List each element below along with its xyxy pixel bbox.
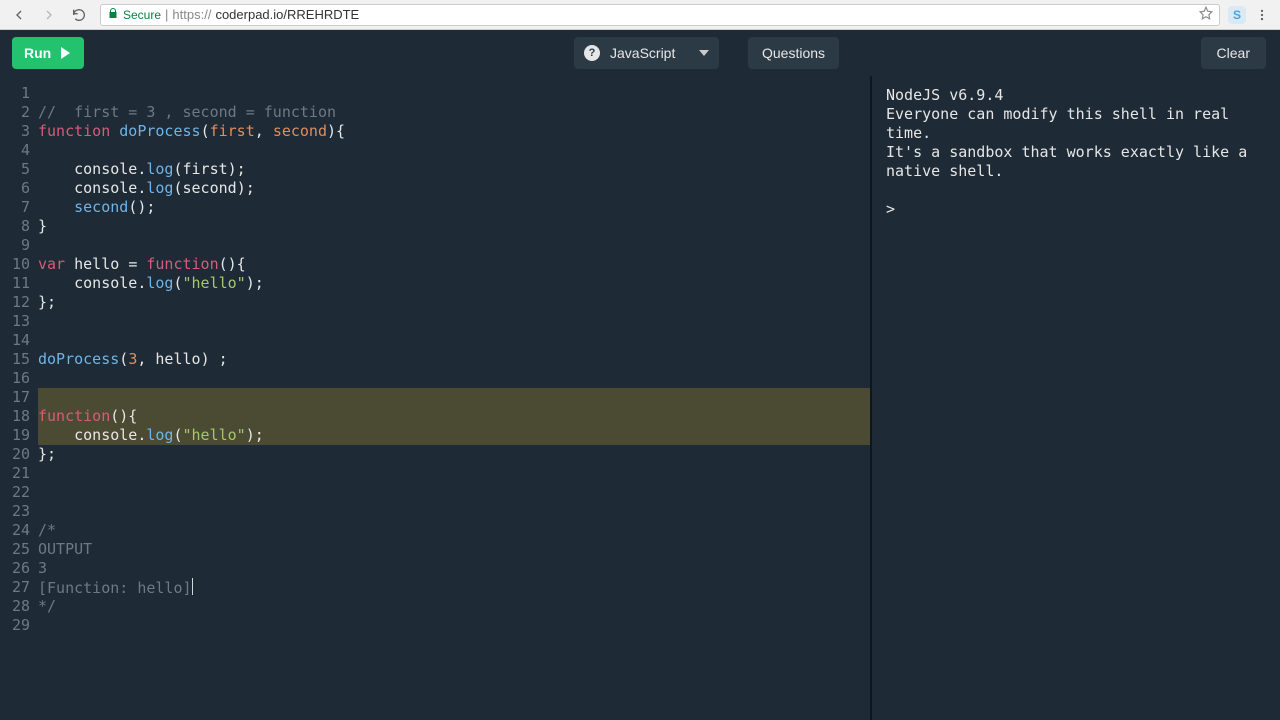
code-line[interactable]: OUTPUT (38, 540, 870, 559)
line-number: 17 (0, 388, 30, 407)
code-line[interactable]: function(){ (38, 407, 870, 426)
line-number: 6 (0, 179, 30, 198)
code-line[interactable] (38, 464, 870, 483)
code-line[interactable]: console.log(second); (38, 179, 870, 198)
code-line[interactable] (38, 312, 870, 331)
code-line[interactable]: }; (38, 445, 870, 464)
line-number: 28 (0, 597, 30, 616)
code-editor[interactable]: 1234567891011121314151617181920212223242… (0, 76, 870, 720)
questions-label: Questions (762, 45, 825, 61)
code-line[interactable]: doProcess(3, hello) ; (38, 350, 870, 369)
terminal-line: Everyone can modify this shell in real t… (886, 105, 1266, 143)
star-icon[interactable] (1199, 6, 1213, 23)
line-number: 1 (0, 84, 30, 103)
code-line[interactable] (38, 331, 870, 350)
line-number: 25 (0, 540, 30, 559)
line-number: 22 (0, 483, 30, 502)
line-number: 18 (0, 407, 30, 426)
code-line[interactable] (38, 502, 870, 521)
help-icon: ? (584, 45, 600, 61)
line-number: 23 (0, 502, 30, 521)
clear-button[interactable]: Clear (1201, 37, 1266, 69)
play-icon (61, 47, 70, 59)
url-host: coderpad.io/RREHRDTE (215, 7, 359, 22)
text-cursor (192, 578, 193, 595)
address-bar[interactable]: Secure | https://coderpad.io/RREHRDTE (100, 4, 1220, 26)
terminal-line (886, 181, 1266, 200)
line-number: 9 (0, 236, 30, 255)
code-line[interactable]: /* (38, 521, 870, 540)
code-line[interactable]: console.log("hello"); (38, 426, 870, 445)
code-line[interactable]: console.log(first); (38, 160, 870, 179)
lock-icon (107, 7, 119, 22)
url-prefix: https:// (172, 7, 211, 22)
code-line[interactable]: function doProcess(first, second){ (38, 122, 870, 141)
line-number: 21 (0, 464, 30, 483)
code-line[interactable] (38, 616, 870, 635)
line-number: 8 (0, 217, 30, 236)
chevron-down-icon (699, 50, 709, 56)
line-number: 16 (0, 369, 30, 388)
code-line[interactable]: }; (38, 293, 870, 312)
code-line[interactable]: var hello = function(){ (38, 255, 870, 274)
browser-toolbar: Secure | https://coderpad.io/RREHRDTE S (0, 0, 1280, 30)
line-number: 24 (0, 521, 30, 540)
line-number: 5 (0, 160, 30, 179)
line-number: 27 (0, 578, 30, 597)
line-number: 29 (0, 616, 30, 635)
line-number: 14 (0, 331, 30, 350)
clear-label: Clear (1217, 45, 1250, 61)
line-number: 3 (0, 122, 30, 141)
language-select[interactable]: ? JavaScript (574, 37, 719, 69)
line-number: 13 (0, 312, 30, 331)
line-number: 2 (0, 103, 30, 122)
code-line[interactable]: */ (38, 597, 870, 616)
code-line[interactable] (38, 236, 870, 255)
run-label: Run (24, 45, 51, 61)
code-line[interactable]: 3 (38, 559, 870, 578)
code-line[interactable]: } (38, 217, 870, 236)
terminal-line: > (886, 200, 1266, 219)
line-number: 15 (0, 350, 30, 369)
back-icon[interactable] (6, 2, 32, 28)
code-line[interactable] (38, 84, 870, 103)
line-number: 19 (0, 426, 30, 445)
code-line[interactable] (38, 369, 870, 388)
extension-icon[interactable]: S (1228, 6, 1246, 24)
kebab-menu-icon[interactable] (1250, 3, 1274, 27)
line-number: 7 (0, 198, 30, 217)
line-number: 26 (0, 559, 30, 578)
line-number: 20 (0, 445, 30, 464)
code-line[interactable]: // first = 3 , second = function (38, 103, 870, 122)
app-toolbar: Run ? JavaScript Questions Clear (0, 30, 1280, 76)
reload-icon[interactable] (66, 2, 92, 28)
run-button[interactable]: Run (12, 37, 84, 69)
questions-button[interactable]: Questions (748, 37, 839, 69)
code-line[interactable]: [Function: hello] (38, 578, 870, 597)
code-line[interactable] (38, 388, 870, 407)
terminal-line: NodeJS v6.9.4 (886, 86, 1266, 105)
line-number-gutter: 1234567891011121314151617181920212223242… (0, 76, 38, 720)
language-label: JavaScript (610, 45, 675, 61)
code-line[interactable]: console.log("hello"); (38, 274, 870, 293)
code-area[interactable]: // first = 3 , second = functionfunction… (38, 76, 870, 720)
terminal-pane[interactable]: NodeJS v6.9.4Everyone can modify this sh… (870, 76, 1280, 720)
line-number: 10 (0, 255, 30, 274)
line-number: 11 (0, 274, 30, 293)
secure-label: Secure (123, 8, 161, 22)
line-number: 4 (0, 141, 30, 160)
line-number: 12 (0, 293, 30, 312)
terminal-line: It's a sandbox that works exactly like a… (886, 143, 1266, 181)
code-line[interactable] (38, 483, 870, 502)
code-line[interactable] (38, 141, 870, 160)
app: Run ? JavaScript Questions Clear 1234567… (0, 30, 1280, 720)
code-line[interactable]: second(); (38, 198, 870, 217)
forward-icon[interactable] (36, 2, 62, 28)
